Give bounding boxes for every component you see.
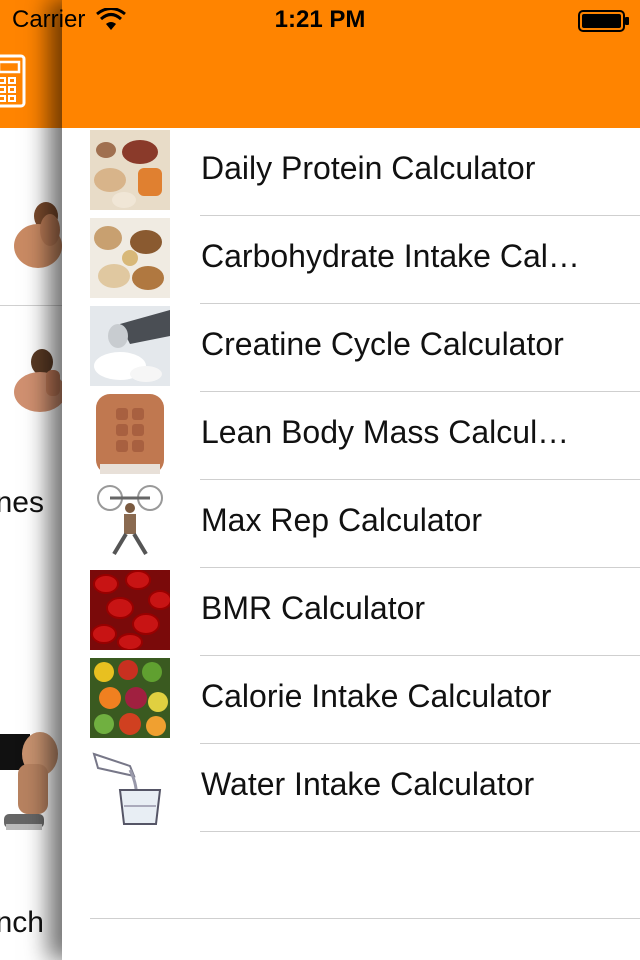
list-item[interactable]: Calorie Intake Calculator xyxy=(62,656,640,744)
status-time: 1:21 PM xyxy=(274,6,366,33)
list-item[interactable]: BMR Calculator xyxy=(62,568,640,656)
list-item[interactable]: Creatine Cycle Calculator xyxy=(62,304,640,392)
list-item-label: Calorie Intake Calculator xyxy=(201,678,552,714)
carbohydrate-foods-thumbnail xyxy=(90,218,170,298)
list-item[interactable]: Lean Body Mass Calcul… xyxy=(62,392,640,480)
row-separator xyxy=(200,831,640,832)
list-item[interactable]: Daily Protein Calculator xyxy=(62,128,640,216)
menu-item-label[interactable]: nes xyxy=(0,486,44,520)
menu-item-image[interactable] xyxy=(0,190,62,280)
menu-item-label[interactable]: nch xyxy=(0,906,44,940)
side-menu-panel: nes nch xyxy=(0,0,62,960)
creatine-powder-thumbnail xyxy=(90,306,170,386)
blood-cells-thumbnail xyxy=(90,570,170,650)
menu-item-image[interactable] xyxy=(0,340,62,430)
list-item-label: Creatine Cycle Calculator xyxy=(201,326,564,362)
battery-icon xyxy=(578,10,629,32)
app-screen: nes nch Daily Protein Calculator Carbohy… xyxy=(0,0,640,960)
menu-separator xyxy=(0,305,62,306)
water-pour-thumbnail xyxy=(90,746,170,826)
list-item-label: Lean Body Mass Calcul… xyxy=(201,414,570,450)
list-item[interactable]: Max Rep Calculator xyxy=(62,480,640,568)
list-item[interactable]: Water Intake Calculator xyxy=(62,744,640,832)
list-item-label: Daily Protein Calculator xyxy=(201,150,536,186)
calculator-icon[interactable] xyxy=(0,54,26,108)
list-item-label: BMR Calculator xyxy=(201,590,426,626)
abs-torso-thumbnail xyxy=(90,394,170,474)
weightlifter-thumbnail xyxy=(90,482,170,562)
list-item-label: Water Intake Calculator xyxy=(201,766,535,802)
list-bottom-separator xyxy=(90,918,640,919)
menu-item-image[interactable] xyxy=(0,724,62,844)
list-item-label: Max Rep Calculator xyxy=(201,502,482,538)
protein-foods-thumbnail xyxy=(90,130,170,210)
main-panel: Daily Protein Calculator Carbohydrate In… xyxy=(62,0,640,960)
list-item-label: Carbohydrate Intake Cal… xyxy=(201,238,580,274)
list-item[interactable]: Carbohydrate Intake Cal… xyxy=(62,216,640,304)
status-bar: Carrier 1:21 PM xyxy=(0,0,640,40)
fruits-vegetables-thumbnail xyxy=(90,658,170,738)
calculator-list: Daily Protein Calculator Carbohydrate In… xyxy=(62,128,640,832)
